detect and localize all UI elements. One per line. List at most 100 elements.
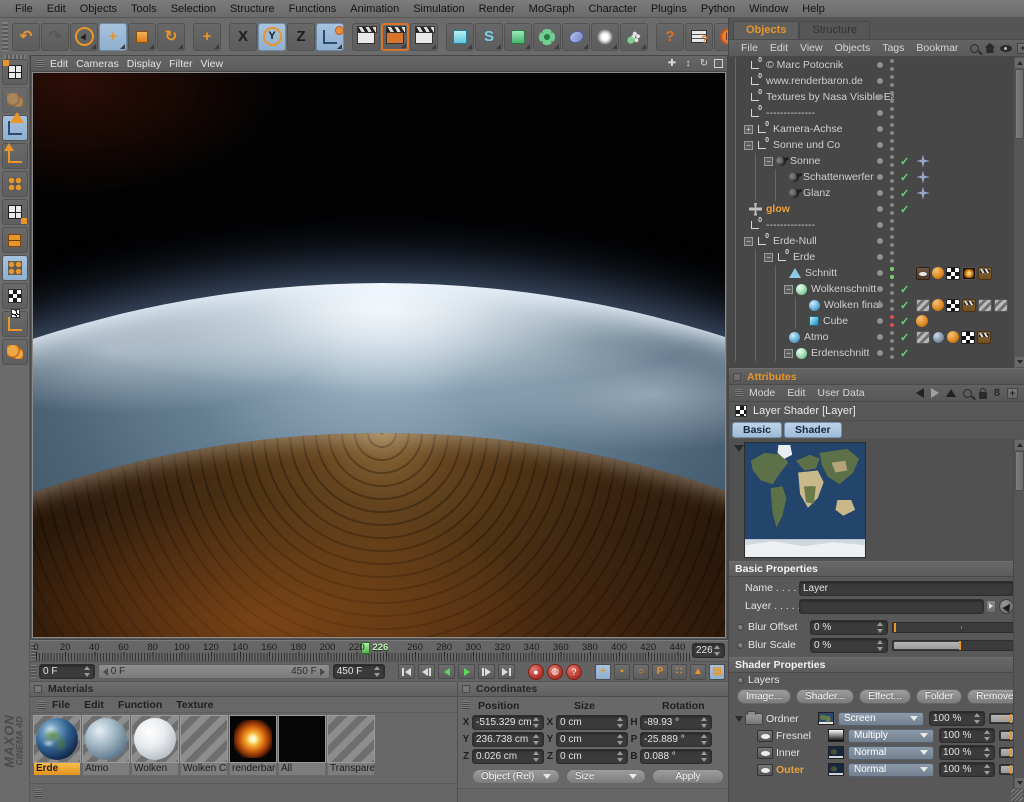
- viewport-menu-filter[interactable]: Filter: [169, 58, 200, 70]
- lock-z-axis-icon[interactable]: Z: [287, 23, 315, 51]
- material-thumbnail-black[interactable]: [278, 715, 326, 763]
- pan-view-icon[interactable]: ✚: [666, 58, 678, 70]
- layer-dot[interactable]: [877, 318, 883, 324]
- visibility-dots[interactable]: [890, 171, 894, 183]
- material-item[interactable]: renderbaro: [229, 715, 277, 776]
- layer-opacity-field[interactable]: 100 %: [939, 745, 995, 760]
- timeline-ruler[interactable]: 226 226 F 020406080100120140160180200220…: [30, 640, 728, 662]
- size-field[interactable]: 0 cm: [556, 749, 628, 764]
- shader-layer-row[interactable]: OrdnerScreen100 %: [729, 710, 1024, 727]
- render-settings-icon[interactable]: [410, 23, 438, 51]
- menubar-item-mograph[interactable]: MoGraph: [522, 3, 582, 15]
- tree-row[interactable]: 0www.renderbaron.de: [729, 73, 1024, 89]
- checker-tag-icon[interactable]: [946, 299, 960, 312]
- object-mode-icon[interactable]: [2, 115, 28, 141]
- layer-folder-button[interactable]: Folder: [916, 689, 962, 704]
- visibility-dots[interactable]: [890, 187, 894, 199]
- menubar-item-simulation[interactable]: Simulation: [406, 3, 471, 15]
- visibility-dots[interactable]: [890, 219, 894, 231]
- panel-pin-icon[interactable]: [34, 685, 42, 693]
- menubar-item-window[interactable]: Window: [742, 3, 795, 15]
- layer-visibility-icon[interactable]: [757, 764, 773, 776]
- sphere-tag-icon[interactable]: [932, 331, 945, 344]
- menubar-item-tools[interactable]: Tools: [124, 3, 164, 15]
- tree-row[interactable]: 0--------------: [729, 217, 1024, 233]
- key-cursor-toggle[interactable]: ▲: [690, 664, 706, 680]
- scrollbar-thumb[interactable]: [1015, 69, 1024, 139]
- stripes-tag-icon[interactable]: [916, 299, 930, 312]
- materials-menu-function[interactable]: Function: [118, 699, 176, 711]
- layer-thumbnail[interactable]: [828, 746, 844, 759]
- layer-opacity-slider[interactable]: [999, 730, 1014, 741]
- key-parameter-toggle[interactable]: P: [652, 664, 668, 680]
- scroll-down-arrow[interactable]: [1015, 357, 1024, 367]
- autokeying-button[interactable]: ◍: [547, 664, 563, 680]
- tree-expander-icon[interactable]: −: [764, 157, 773, 166]
- parent-object-icon[interactable]: [946, 389, 956, 397]
- size-field[interactable]: 0 cm: [556, 732, 628, 747]
- previous-key-button[interactable]: [418, 664, 435, 679]
- menubar-item-structure[interactable]: Structure: [223, 3, 282, 15]
- layer-opacity-field[interactable]: 100 %: [939, 762, 995, 777]
- layer-name[interactable]: Inner: [776, 747, 828, 759]
- menubar-item-file[interactable]: File: [8, 3, 40, 15]
- shader-layer-row[interactable]: FresnelMultiply100 %: [729, 727, 1024, 744]
- material-item[interactable]: Wolken: [131, 715, 179, 776]
- lock-y-axis-icon[interactable]: Y: [258, 23, 286, 51]
- blend-mode-dropdown[interactable]: Normal: [848, 746, 934, 760]
- add-array-icon[interactable]: [533, 23, 561, 51]
- tree-row[interactable]: 0Textures by Nasa Visible Eart: [729, 89, 1024, 105]
- scroll-up-arrow[interactable]: [1015, 440, 1024, 450]
- previous-frame-button[interactable]: [438, 664, 455, 679]
- enabled-check-icon[interactable]: ✓: [900, 315, 912, 328]
- menubar-item-render[interactable]: Render: [472, 3, 522, 15]
- layer-dot[interactable]: [877, 270, 883, 276]
- coordinate-system-icon[interactable]: [316, 23, 344, 51]
- scroll-down-arrow[interactable]: [1015, 778, 1024, 788]
- blur-offset-field[interactable]: 0 %: [810, 620, 888, 635]
- home-icon[interactable]: [984, 43, 995, 53]
- layer-visibility-icon[interactable]: [757, 730, 773, 742]
- live-selection-icon[interactable]: ▲: [70, 23, 98, 51]
- scroll-up-arrow[interactable]: [1015, 58, 1024, 68]
- tree-row[interactable]: +0Kamera-Achse: [729, 121, 1024, 137]
- layer-dot[interactable]: [877, 126, 883, 132]
- stripes-tag-icon[interactable]: [994, 299, 1008, 312]
- layer-thumbnail[interactable]: [818, 712, 834, 725]
- keyframe-selection-button[interactable]: ?: [566, 664, 582, 680]
- rotation-field[interactable]: -25.889 °: [640, 732, 712, 747]
- layer-dot[interactable]: [877, 158, 883, 164]
- layer-field[interactable]: [799, 599, 984, 614]
- add-spline-icon[interactable]: S: [475, 23, 503, 51]
- visibility-dots[interactable]: [890, 139, 894, 151]
- tree-row[interactable]: −Wolkenschnitt✓: [729, 281, 1024, 297]
- preview-expander-icon[interactable]: [734, 445, 744, 452]
- visibility-dots[interactable]: [890, 91, 894, 103]
- tree-row[interactable]: 0© Marc Potocnik: [729, 57, 1024, 73]
- visibility-dots[interactable]: [890, 107, 894, 119]
- menubar-item-animation[interactable]: Animation: [343, 3, 406, 15]
- snap-settings-icon[interactable]: [2, 339, 28, 365]
- add-particles-icon[interactable]: [620, 23, 648, 51]
- blur-scale-field[interactable]: 0 %: [810, 638, 888, 653]
- tree-row[interactable]: Atmo✓: [729, 329, 1024, 345]
- tree-row[interactable]: glow✓: [729, 201, 1024, 217]
- blur-offset-slider[interactable]: [892, 622, 1014, 633]
- attribute-tab-basic[interactable]: Basic: [732, 422, 782, 438]
- render-picture-viewer-icon[interactable]: [381, 23, 409, 51]
- menubar-item-edit[interactable]: Edit: [40, 3, 73, 15]
- menubar-item-character[interactable]: Character: [582, 3, 644, 15]
- visibility-dots[interactable]: [890, 155, 894, 167]
- workplane-mode-icon[interactable]: [2, 311, 28, 337]
- layer-dot[interactable]: [877, 350, 883, 356]
- key-pla-toggle[interactable]: ∷: [671, 664, 687, 680]
- coordinate-mode-dropdown[interactable]: Object (Rel): [472, 769, 560, 784]
- tree-expander-icon[interactable]: −: [744, 237, 753, 246]
- clap-tag-icon[interactable]: [962, 299, 976, 312]
- move-tool-icon[interactable]: +: [99, 23, 127, 51]
- compass-tag-icon[interactable]: [916, 187, 930, 200]
- layer-dot[interactable]: [877, 110, 883, 116]
- materials-menu-texture[interactable]: Texture: [176, 699, 227, 711]
- add-sky-icon[interactable]: [591, 23, 619, 51]
- layer-browse-button[interactable]: [986, 600, 996, 613]
